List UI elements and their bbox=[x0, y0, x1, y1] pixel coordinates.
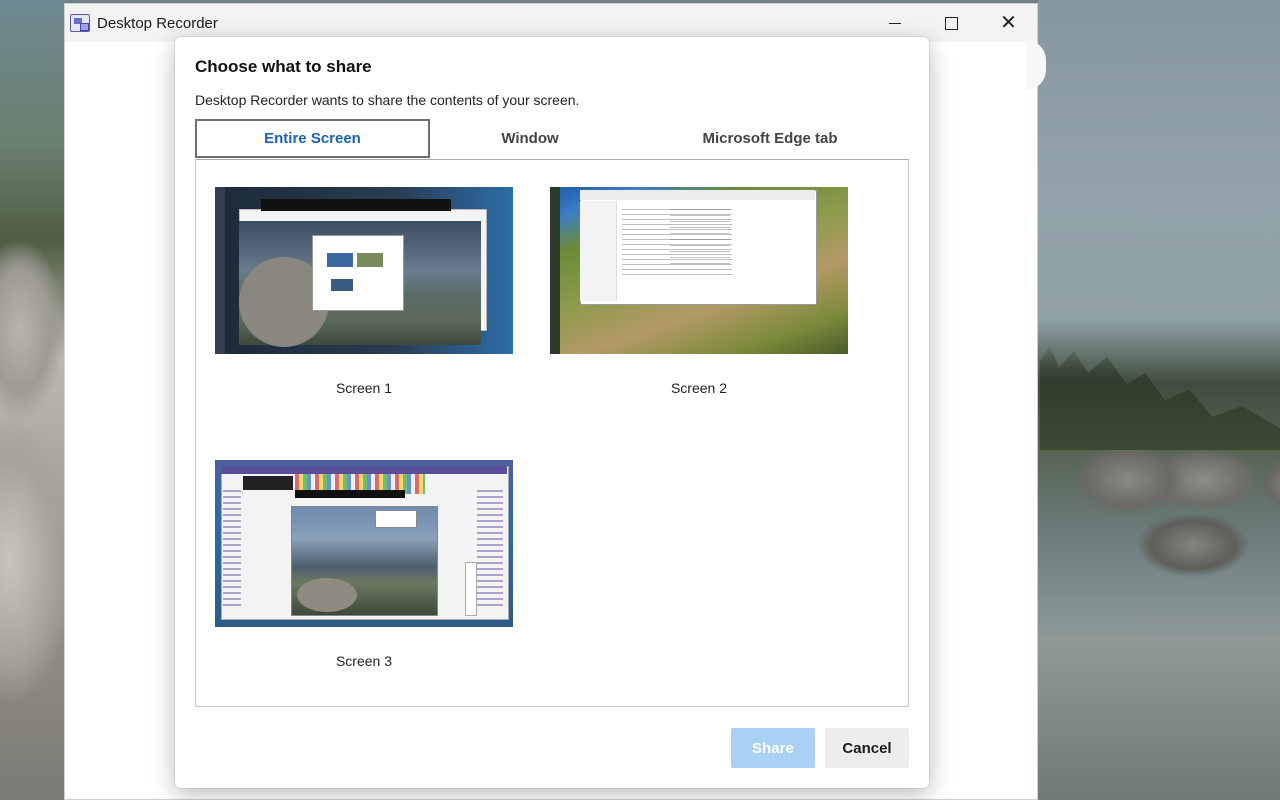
close-icon: ✕ bbox=[1000, 12, 1017, 34]
dialog-title: Choose what to share bbox=[195, 57, 372, 76]
share-tabs: Entire Screen Window Microsoft Edge tab bbox=[195, 119, 909, 160]
thumb-dialog bbox=[312, 235, 404, 311]
share-dialog: Choose what to share Desktop Recorder wa… bbox=[175, 37, 929, 788]
screen-2-thumbnail[interactable] bbox=[550, 187, 848, 354]
dialog-subtitle: Desktop Recorder wants to share the cont… bbox=[195, 92, 580, 108]
screens-panel: Screen 1 Screen 2 Screen 3 bbox=[195, 159, 909, 707]
cancel-button[interactable]: Cancel bbox=[825, 728, 909, 768]
thumb-explorer-titlebar bbox=[580, 190, 815, 200]
thumb-taskbar bbox=[215, 187, 225, 354]
thumb-titlebar bbox=[221, 466, 507, 474]
thumb-taskbar bbox=[550, 187, 560, 354]
thumb-mini-screen bbox=[331, 279, 353, 291]
thumb-rock bbox=[297, 578, 357, 612]
tab-window[interactable]: Window bbox=[430, 119, 630, 158]
screen-option-2[interactable]: Screen 2 bbox=[550, 187, 848, 402]
thumb-mini-screen bbox=[327, 253, 353, 267]
share-button[interactable]: Share bbox=[731, 728, 815, 768]
maximize-button[interactable] bbox=[923, 4, 980, 42]
screen-2-label: Screen 2 bbox=[670, 380, 728, 396]
screen-3-thumbnail[interactable] bbox=[215, 460, 513, 627]
screen-option-3[interactable]: Screen 3 bbox=[215, 460, 513, 675]
thumb-popup bbox=[375, 510, 417, 528]
thumb-explorer-list bbox=[670, 209, 730, 269]
thumb-explorer-sidebar bbox=[580, 201, 617, 301]
thumb-terminal bbox=[261, 199, 451, 211]
thumb-panel bbox=[465, 562, 477, 616]
screen-3-label: Screen 3 bbox=[335, 653, 393, 669]
desktop-recorder-icon bbox=[70, 14, 90, 32]
app-title: Desktop Recorder bbox=[97, 14, 218, 32]
close-button[interactable]: ✕ bbox=[980, 4, 1037, 42]
thumb-left-panel bbox=[223, 490, 241, 610]
tab-entire-screen[interactable]: Entire Screen bbox=[195, 119, 430, 158]
thumb-dark-bar bbox=[243, 476, 293, 490]
screen-1-thumbnail[interactable] bbox=[215, 187, 513, 354]
desktop-wallpaper-left bbox=[0, 0, 66, 800]
maximize-icon bbox=[945, 16, 958, 30]
thumb-mini-screen bbox=[357, 253, 383, 267]
thumb-dark-bar bbox=[295, 490, 405, 498]
screen-1-label: Screen 1 bbox=[335, 380, 393, 396]
screen-option-1[interactable]: Screen 1 bbox=[215, 187, 513, 402]
tab-microsoft-edge[interactable]: Microsoft Edge tab bbox=[645, 119, 895, 158]
minimize-icon bbox=[888, 22, 901, 24]
thumb-right-panel bbox=[477, 490, 503, 610]
